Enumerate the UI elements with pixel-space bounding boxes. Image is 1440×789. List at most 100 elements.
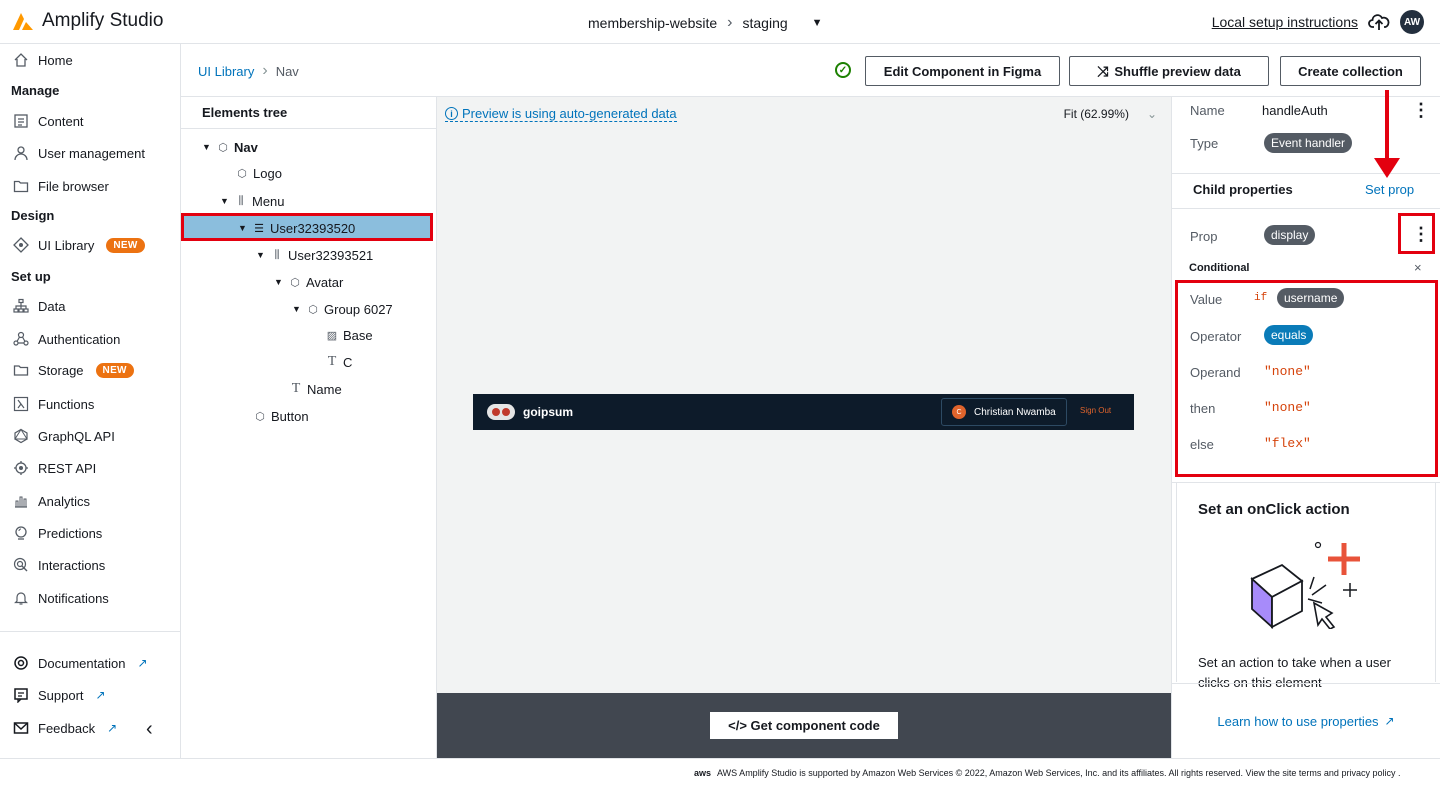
- sidebar-item-label: Storage: [38, 362, 84, 378]
- type-label: Type: [1190, 136, 1219, 151]
- zoom-selector[interactable]: Fit (62.99%) ⌄: [1064, 107, 1157, 121]
- component-icon: ⬡: [255, 410, 265, 423]
- tree-node-name[interactable]: T Name: [290, 378, 342, 400]
- cloud-upload-icon[interactable]: [1368, 13, 1390, 31]
- amplify-logo-icon: [13, 13, 33, 30]
- sidebar-item-label: UI Library: [38, 237, 95, 253]
- sidebar-item-storage[interactable]: Storage NEW: [12, 361, 134, 379]
- shuffle-preview-button[interactable]: ⤨ Shuffle preview data: [1069, 56, 1269, 86]
- caret-down-icon[interactable]: ▼: [220, 196, 230, 206]
- edit-in-figma-button[interactable]: Edit Component in Figma: [865, 56, 1060, 86]
- local-setup-link[interactable]: Local setup instructions: [1212, 14, 1358, 30]
- graphql-icon: [12, 427, 30, 445]
- info-icon: i: [445, 107, 458, 120]
- more-options-icon[interactable]: ⋮: [1412, 101, 1430, 119]
- learn-properties-link[interactable]: Learn how to use properties ↗: [1172, 683, 1440, 758]
- sidebar-item-feedback[interactable]: Feedback ↗: [12, 719, 117, 737]
- sidebar-item-label: Support: [38, 687, 84, 703]
- set-prop-link[interactable]: Set prop: [1365, 182, 1414, 197]
- content-icon: [12, 112, 30, 130]
- prop-pill[interactable]: display: [1264, 225, 1316, 245]
- user-avatar[interactable]: AW: [1400, 10, 1424, 34]
- breadcrumb-ui-library[interactable]: UI Library: [198, 64, 254, 79]
- caret-down-icon[interactable]: ▼: [292, 304, 302, 314]
- sidebar-item-predictions[interactable]: Predictions: [12, 524, 102, 542]
- tree-node-user32393520[interactable]: ▼ ☰ User32393520: [238, 217, 355, 239]
- tree-node-label: Base: [343, 327, 373, 343]
- preview-logo: goipsum: [487, 404, 573, 420]
- sidebar-item-label: Documentation: [38, 655, 126, 671]
- sidebar-item-support[interactable]: Support ↗: [12, 686, 106, 704]
- sidebar-item-rest-api[interactable]: REST API: [12, 459, 96, 477]
- sidebar-item-data[interactable]: Data: [12, 297, 65, 315]
- button-label: Shuffle preview data: [1114, 63, 1241, 79]
- onclick-title: Set an onClick action: [1198, 501, 1350, 518]
- nav-component-preview[interactable]: goipsum C Christian Nwamba Sign Out: [473, 394, 1134, 430]
- create-collection-button[interactable]: Create collection: [1280, 56, 1421, 86]
- tree-node-base[interactable]: ▨ Base: [326, 324, 373, 346]
- mail-icon: [12, 719, 30, 737]
- sidebar-item-interactions[interactable]: Interactions: [12, 556, 105, 574]
- caret-down-icon[interactable]: ▼: [274, 277, 284, 287]
- close-icon[interactable]: ×: [1414, 260, 1422, 275]
- tree-node-c[interactable]: T C: [326, 351, 353, 373]
- rest-api-icon: [12, 459, 30, 477]
- caret-down-icon[interactable]: ▼: [238, 223, 248, 233]
- sidebar-item-documentation[interactable]: Documentation ↗: [12, 654, 148, 672]
- columns-icon: ⫼: [274, 248, 280, 261]
- brand[interactable]: Amplify Studio: [12, 10, 163, 32]
- tree-node-label: Avatar: [306, 274, 344, 290]
- caret-down-icon[interactable]: ▼: [202, 142, 212, 152]
- tree-node-menu[interactable]: ▼ ⫼ Menu: [220, 190, 285, 212]
- sidebar-item-functions[interactable]: Functions: [12, 395, 94, 413]
- collapse-sidebar-icon[interactable]: ‹: [146, 718, 153, 741]
- button-label: Edit Component in Figma: [883, 63, 1042, 79]
- new-badge: NEW: [95, 362, 134, 378]
- support-icon: [12, 686, 30, 704]
- interactions-icon: [12, 556, 30, 574]
- environment-name: staging: [742, 15, 788, 31]
- sidebar: Home Manage Content User management File…: [0, 44, 181, 758]
- project-selector[interactable]: membership-website › staging ▼: [588, 14, 823, 32]
- tree-node-group-6027[interactable]: ▼ ⬡ Group 6027: [292, 298, 393, 320]
- external-link-icon: ↗: [95, 688, 106, 702]
- preview-user-avatar: C: [952, 405, 966, 419]
- sidebar-item-file-browser[interactable]: File browser: [12, 177, 109, 195]
- sidebar-item-analytics[interactable]: Analytics: [12, 492, 90, 510]
- arrow-shaft: [1385, 90, 1389, 162]
- get-component-code-button[interactable]: </> Get component code: [710, 712, 898, 739]
- sidebar-item-notifications[interactable]: Notifications: [12, 589, 109, 607]
- sidebar-item-home[interactable]: Home: [12, 51, 73, 69]
- ui-library-icon: [12, 236, 30, 254]
- app-title: Amplify Studio: [42, 10, 164, 31]
- tree-node-nav[interactable]: ▼ ⬡ Nav: [202, 136, 258, 158]
- caret-down-icon[interactable]: ▼: [256, 250, 266, 260]
- sidebar-item-label: Data: [38, 298, 66, 314]
- sidebar-item-content[interactable]: Content: [12, 112, 84, 130]
- shuffle-icon: ⤨: [1097, 62, 1109, 79]
- tree-node-label: Group 6027: [324, 301, 393, 317]
- chevron-right-icon: ›: [727, 14, 733, 31]
- code-bar: </> Get component code: [437, 693, 1171, 758]
- tree-node-logo[interactable]: ⬡ Logo: [236, 162, 282, 184]
- highlight-conditional-block: [1175, 280, 1438, 477]
- name-value: handleAuth: [1262, 103, 1328, 118]
- breadcrumb: UI Library › Nav: [198, 62, 299, 80]
- sidebar-item-user-management[interactable]: User management: [12, 144, 145, 162]
- sidebar-item-ui-library[interactable]: UI Library NEW: [12, 236, 145, 254]
- tree-node-label: Logo: [253, 165, 282, 181]
- tree-node-button[interactable]: ⬡ Button: [254, 405, 308, 427]
- authentication-icon: [12, 330, 30, 348]
- zoom-value: Fit (62.99%): [1063, 107, 1129, 121]
- auto-generated-data-note[interactable]: i Preview is using auto-generated data: [445, 106, 677, 122]
- sidebar-item-label: Predictions: [38, 525, 103, 541]
- tree-node-user32393521[interactable]: ▼ ⫼ User32393521: [256, 244, 373, 266]
- sidebar-item-authentication[interactable]: Authentication: [12, 330, 120, 348]
- sidebar-item-graphql-api[interactable]: GraphQL API: [12, 427, 115, 445]
- caret-down-icon[interactable]: ▼: [812, 17, 823, 29]
- learn-link-label: Learn how to use properties: [1217, 713, 1379, 729]
- section-design: Design: [11, 208, 55, 223]
- divider: [181, 128, 437, 129]
- top-bar: Amplify Studio membership-website › stag…: [0, 0, 1440, 44]
- tree-node-avatar[interactable]: ▼ ⬡ Avatar: [274, 271, 343, 293]
